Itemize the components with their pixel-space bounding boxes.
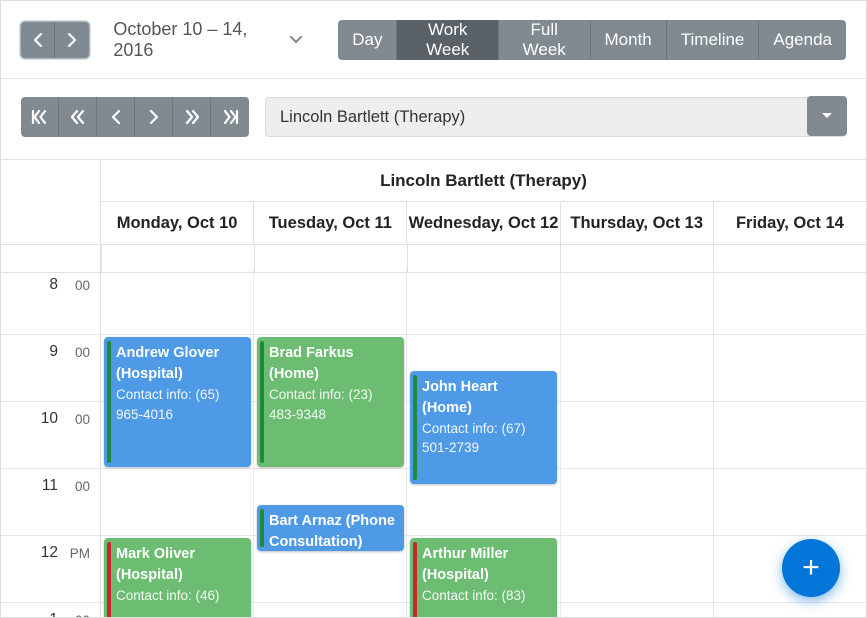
top-toolbar: October 10 – 14, 2016 DayWork WeekFull W… xyxy=(1,1,866,79)
resource-nav-group xyxy=(21,97,249,137)
time-cell[interactable] xyxy=(713,268,866,334)
appointment-info: Contact info: (46) xyxy=(116,586,243,606)
hour-minutes: 00 xyxy=(75,345,90,360)
resource-select[interactable]: Lincoln Bartlett (Therapy) xyxy=(265,97,846,137)
chevron-left-icon xyxy=(111,110,121,124)
resource-group-header: Lincoln Bartlett (Therapy) xyxy=(101,160,866,202)
day-header[interactable]: Wednesday, Oct 12 xyxy=(406,202,559,244)
resource-prev-page-button[interactable] xyxy=(59,97,97,137)
day-header[interactable]: Friday, Oct 14 xyxy=(713,202,866,244)
time-cell[interactable] xyxy=(713,402,866,468)
time-gutter-cell: 9 00 xyxy=(1,335,101,401)
time-gutter-cell: 10 00 xyxy=(1,402,101,468)
hour-minutes: 00 xyxy=(75,613,90,617)
time-cell[interactable] xyxy=(253,268,406,334)
next-period-button[interactable] xyxy=(55,22,89,58)
chevron-double-left-icon xyxy=(70,110,86,124)
time-cell[interactable] xyxy=(560,335,713,401)
view-day[interactable]: Day xyxy=(338,20,397,60)
chevron-right-icon xyxy=(149,110,159,124)
hour-minutes: PM xyxy=(70,546,90,561)
resource-select-text: Lincoln Bartlett (Therapy) xyxy=(280,108,465,127)
time-cell[interactable] xyxy=(560,268,713,334)
view-month[interactable]: Month xyxy=(591,20,667,60)
day-header[interactable]: Tuesday, Oct 11 xyxy=(253,202,406,244)
time-cell[interactable] xyxy=(713,603,866,617)
plus-icon: + xyxy=(802,551,820,585)
chevron-double-left-bar-icon xyxy=(31,110,48,124)
appointment-title: Brad Farkus (Home) xyxy=(269,343,396,385)
chevron-down-icon xyxy=(290,36,302,44)
date-range-picker[interactable]: October 10 – 14, 2016 xyxy=(113,19,302,61)
add-appointment-fab[interactable]: + xyxy=(782,539,840,597)
view-timeline[interactable]: Timeline xyxy=(667,20,760,60)
resource-last-button[interactable] xyxy=(211,97,249,137)
view-work-week[interactable]: Work Week xyxy=(397,20,499,60)
date-nav-group xyxy=(21,22,89,58)
hour-label: 9 xyxy=(49,343,58,361)
date-range-text: October 10 – 14, 2016 xyxy=(113,19,282,61)
time-gutter-cell: 11 00 xyxy=(1,469,101,535)
appointment-title: Arthur Miller (Hospital) xyxy=(422,544,549,586)
chevron-left-icon xyxy=(33,33,43,47)
appointment-info: Contact info: (83) xyxy=(422,586,549,606)
day-header[interactable]: Monday, Oct 10 xyxy=(101,202,253,244)
time-cell[interactable] xyxy=(253,603,406,617)
hour-label: 8 xyxy=(49,276,58,294)
appointment[interactable]: Arthur Miller (Hospital)Contact info: (8… xyxy=(410,538,557,618)
time-cell[interactable] xyxy=(713,335,866,401)
appointment-title: Andrew Glover (Hospital) xyxy=(116,343,243,385)
hour-minutes: 00 xyxy=(75,278,90,293)
appointment[interactable]: Andrew Glover (Hospital)Contact info: (6… xyxy=(104,337,251,467)
appointment-title: John Heart (Home) xyxy=(422,377,549,419)
appointment-title: Mark Oliver (Hospital) xyxy=(116,544,243,586)
time-cell[interactable] xyxy=(560,469,713,535)
appointment-title: Bart Arnaz (Phone Consultation) xyxy=(269,511,396,551)
resource-next-page-button[interactable] xyxy=(173,97,211,137)
chevron-right-icon xyxy=(67,33,77,47)
hour-label: 11 xyxy=(42,477,58,495)
hour-minutes: 00 xyxy=(75,412,90,427)
time-cell[interactable] xyxy=(560,402,713,468)
appointment-info: Contact info: (67) 501-2739 xyxy=(422,419,549,458)
hour-label: 12 xyxy=(41,544,58,562)
prev-period-button[interactable] xyxy=(21,22,55,58)
time-gutter-cell: 12 PM xyxy=(1,536,101,602)
view-switcher: DayWork WeekFull WeekMonthTimelineAgenda xyxy=(338,20,846,60)
view-full-week[interactable]: Full Week xyxy=(499,20,591,60)
resource-first-button[interactable] xyxy=(21,97,59,137)
appointment-info: Contact info: (23) 483-9348 xyxy=(269,385,396,424)
calendar-headers: Lincoln Bartlett (Therapy) Monday, Oct 1… xyxy=(1,160,866,245)
time-gutter-header xyxy=(1,160,101,244)
time-cell[interactable] xyxy=(101,469,253,535)
time-gutter-cell: 1 00 xyxy=(1,603,101,617)
hour-minutes: 00 xyxy=(75,479,90,494)
resource-bar: Lincoln Bartlett (Therapy) xyxy=(1,79,866,137)
time-cell[interactable] xyxy=(713,469,866,535)
hour-label: 10 xyxy=(41,410,58,428)
time-gutter-cell: 8 00 xyxy=(1,268,101,334)
time-cell[interactable] xyxy=(101,268,253,334)
appointment[interactable]: Brad Farkus (Home)Contact info: (23) 483… xyxy=(257,337,404,467)
appointment[interactable]: John Heart (Home)Contact info: (67) 501-… xyxy=(410,371,557,484)
resource-next-button[interactable] xyxy=(135,97,173,137)
day-header[interactable]: Thursday, Oct 13 xyxy=(560,202,713,244)
caret-down-icon xyxy=(821,112,833,120)
hour-label: 1 xyxy=(49,611,58,617)
view-agenda[interactable]: Agenda xyxy=(759,20,846,60)
resource-select-toggle[interactable] xyxy=(807,96,847,136)
time-cell[interactable] xyxy=(406,268,559,334)
chevron-double-right-bar-icon xyxy=(222,110,239,124)
resource-prev-button[interactable] xyxy=(97,97,135,137)
time-cell[interactable] xyxy=(560,536,713,602)
appointment-info: Contact info: (65) 965-4016 xyxy=(116,385,243,424)
time-cell[interactable] xyxy=(560,603,713,617)
chevron-double-right-icon xyxy=(184,110,200,124)
appointment[interactable]: Mark Oliver (Hospital)Contact info: (46) xyxy=(104,538,251,618)
appointment[interactable]: Bart Arnaz (Phone Consultation) xyxy=(257,505,404,551)
calendar: Lincoln Bartlett (Therapy) Monday, Oct 1… xyxy=(1,159,866,617)
